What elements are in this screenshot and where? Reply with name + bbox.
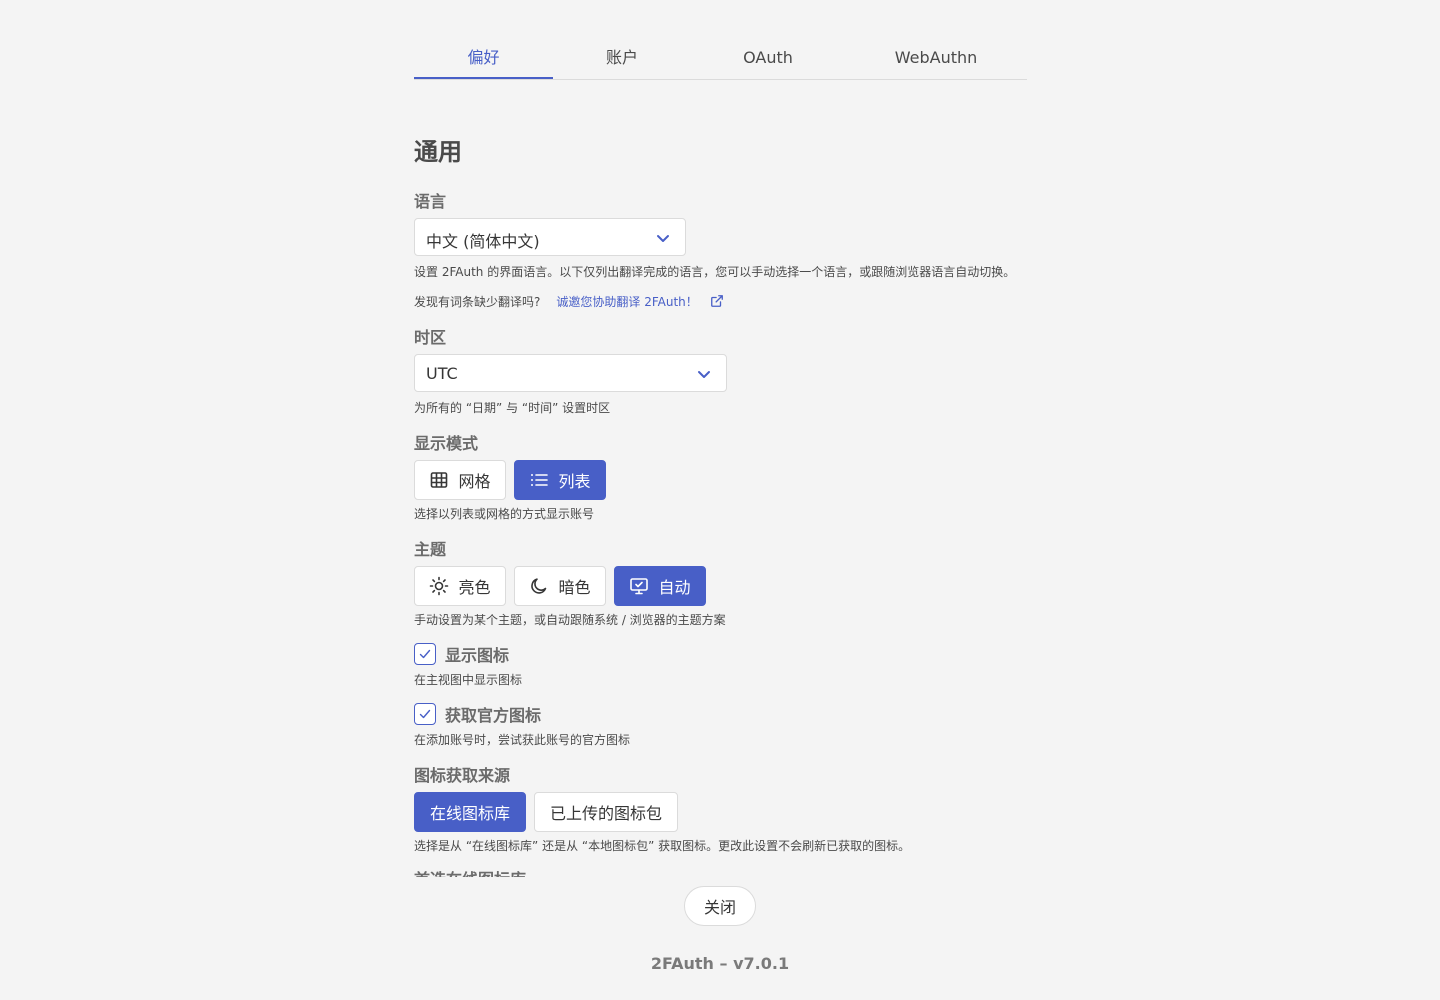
- chevron-down-icon: [657, 235, 669, 242]
- icon-source-online-label: 在线图标库: [429, 804, 510, 823]
- preferred-online-library-label: 首选在线图标库: [414, 866, 526, 877]
- display-list-label: 列表: [558, 472, 591, 491]
- display-grid-label: 网格: [458, 472, 491, 491]
- close-button[interactable]: 关闭: [684, 886, 756, 926]
- show-icons-label: 显示图标: [445, 646, 510, 665]
- list-icon: [531, 474, 549, 486]
- theme-auto-label: 自动: [658, 578, 691, 597]
- icon-source-online-button[interactable]: 在线图标库: [414, 792, 526, 832]
- theme-label: 主题: [414, 540, 447, 559]
- grid-icon: [431, 472, 448, 488]
- icon-source-uploaded-label: 已上传的图标包: [549, 804, 662, 823]
- theme-dark-label: 暗色: [558, 578, 591, 597]
- theme-auto-button[interactable]: 自动: [614, 566, 706, 606]
- display-list-button[interactable]: 列表: [514, 460, 606, 500]
- moon-icon: [531, 578, 547, 594]
- display-mode-help: 选择以列表或网格的方式显示账号: [414, 507, 595, 521]
- show-icons-row: 显示图标: [414, 642, 509, 666]
- icon-source-help: 选择是从 “在线图标库” 还是从 “本地图标包” 获取图标。更改此设置不会刷新已…: [414, 839, 911, 853]
- timezone-label: 时区: [414, 328, 447, 347]
- fetch-icons-row: 获取官方图标: [414, 702, 541, 726]
- chevron-down-icon: [698, 371, 710, 378]
- timezone-value: UTC: [426, 364, 458, 383]
- theme-light-button[interactable]: 亮色: [414, 566, 506, 606]
- tab-oauth[interactable]: OAuth: [691, 38, 845, 78]
- timezone-select[interactable]: UTC: [414, 354, 727, 392]
- show-icons-checkbox[interactable]: [414, 643, 436, 665]
- fetch-official-icons-label: 获取官方图标: [445, 706, 542, 725]
- fetch-official-icons-help: 在添加账号时，尝试获此账号的官方图标: [414, 733, 631, 747]
- language-value: 中文 (简体中文): [426, 232, 540, 251]
- tab-preferences[interactable]: 偏好: [414, 38, 553, 79]
- tab-webauthn[interactable]: WebAuthn: [845, 38, 1027, 78]
- check-icon: [419, 709, 431, 719]
- display-grid-button[interactable]: 网格: [414, 460, 506, 500]
- timezone-help: 为所有的 “日期” 与 “时间” 设置时区: [414, 401, 611, 415]
- tab-accounts[interactable]: 账户: [553, 38, 691, 78]
- theme-help: 手动设置为某个主题，或自动跟随系统 / 浏览器的主题方案: [414, 613, 726, 627]
- monitor-icon: [630, 578, 649, 595]
- external-link-icon: [710, 295, 723, 307]
- sun-icon: [430, 576, 449, 596]
- fetch-official-icons-checkbox[interactable]: [414, 703, 436, 725]
- version-footer: 2FAuth – v7.0.1: [650, 954, 790, 973]
- translation-help: 发现有词条缺少翻译吗? 诚邀您协助翻译 2FAuth！: [414, 293, 724, 310]
- missing-translation-text: 发现有词条缺少翻译吗?: [414, 295, 541, 309]
- show-icons-help: 在主视图中显示图标: [414, 673, 523, 687]
- icon-source-label: 图标获取来源: [414, 766, 511, 785]
- language-select[interactable]: 中文 (简体中文): [414, 218, 686, 256]
- language-help: 设置 2FAuth 的界面语言。以下仅列出翻译完成的语言，您可以手动选择一个语言…: [414, 265, 1016, 279]
- settings-tabs: 偏好 账户 OAuth WebAuthn: [414, 38, 1027, 80]
- check-icon: [419, 649, 431, 659]
- section-title: 通用: [414, 138, 462, 166]
- theme-dark-button[interactable]: 暗色: [514, 566, 606, 606]
- theme-light-label: 亮色: [458, 578, 491, 597]
- display-mode-label: 显示模式: [414, 434, 479, 453]
- icon-source-uploaded-button[interactable]: 已上传的图标包: [534, 792, 678, 832]
- language-label: 语言: [414, 192, 447, 211]
- translate-link[interactable]: 诚邀您协助翻译 2FAuth！: [556, 295, 723, 309]
- settings-form: 通用 语言 中文 (简体中文) 设置 2FAuth 的界面语言。以下仅列出翻译完…: [414, 80, 1027, 877]
